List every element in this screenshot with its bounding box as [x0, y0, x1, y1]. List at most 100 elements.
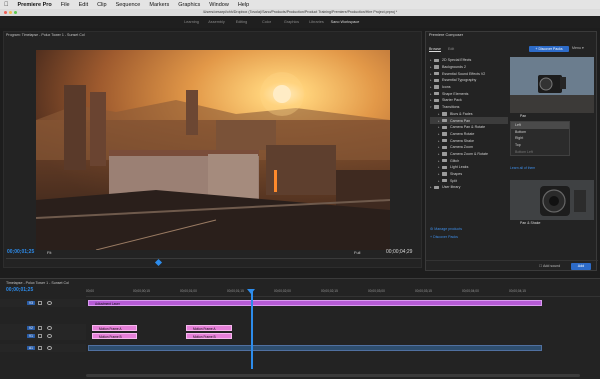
menu-help[interactable]: Help — [238, 2, 249, 8]
dropdown-option[interactable]: Right — [511, 135, 569, 142]
tab-browse[interactable]: Browse — [429, 47, 441, 51]
timeline-ruler[interactable]: 00;00 00;00;00;15 00;00;01;00 00;00;01;15 00… — [86, 289, 600, 297]
dropdown-option[interactable]: Bottom — [511, 129, 569, 136]
minimize-window-icon[interactable] — [9, 11, 12, 14]
folder-icon — [442, 132, 447, 136]
folder-item[interactable]: ▾ Transitions — [430, 104, 508, 111]
dropdown-option[interactable]: Top — [511, 142, 569, 149]
program-scrubber[interactable] — [6, 258, 421, 264]
workspace-sano[interactable]: Sano Workspace — [329, 20, 361, 24]
maximize-window-icon[interactable] — [14, 11, 17, 14]
folder-icon — [442, 179, 447, 183]
sequence-tab[interactable]: Timelapse - Polux Tower 1 - Sunset Col — [6, 281, 69, 285]
timeline-clip[interactable]: Motion Frame B — [92, 332, 137, 339]
manage-products-link[interactable]: ⚙ Manage products — [430, 227, 462, 231]
folder-label: User library — [442, 185, 461, 190]
folder-item[interactable]: ▸ Camera Pan — [430, 117, 508, 124]
eye-icon[interactable] — [47, 325, 52, 330]
eye-icon[interactable] — [47, 333, 52, 338]
menu-window[interactable]: Window — [209, 2, 229, 8]
workspace-assembly[interactable]: Assembly — [204, 20, 229, 24]
folder-icon — [442, 138, 447, 143]
menu-graphics[interactable]: Graphics — [178, 2, 200, 8]
folder-item[interactable]: ▸ Starter Pack — [430, 97, 508, 104]
eye-icon[interactable] — [47, 345, 52, 350]
track-target-button[interactable]: V2 — [27, 325, 35, 330]
workspace-graphics[interactable]: Graphics — [279, 20, 304, 24]
folder-item[interactable]: ▸ Camera Rotate — [430, 131, 508, 138]
menu-sequence[interactable]: Sequence — [116, 2, 141, 8]
tab-edit[interactable]: Edit — [448, 47, 454, 51]
lock-icon[interactable] — [38, 325, 42, 330]
folder-item[interactable]: ▸ Blurs & Fades — [430, 111, 508, 118]
zoom-select[interactable]: Fit — [47, 250, 51, 255]
window-titlebar: /Users/cesarpi/ohh/Dropbox (Tovola)/Sano… — [0, 9, 600, 16]
folder-item[interactable]: ▸ 2D Special Effects — [430, 57, 508, 64]
folder-icon — [442, 125, 447, 129]
folder-item[interactable]: ▸ Glitch — [430, 157, 508, 164]
folder-item[interactable]: ▸ Essential Sound Effects V2 — [430, 70, 508, 77]
ruler-tick-label: 00;00;00;15 — [133, 289, 150, 293]
folder-item[interactable]: ▸ Backgrounds 2 — [430, 64, 508, 71]
folder-label: Glitch — [450, 158, 460, 163]
workspace-color[interactable]: Color — [254, 20, 279, 24]
eye-icon[interactable] — [47, 300, 52, 305]
folder-item[interactable]: ▸ Split — [430, 177, 508, 184]
timeline-clip[interactable]: Motion Frame A — [92, 324, 137, 331]
learn-link[interactable]: Learn all of them — [510, 166, 535, 170]
workspace-libraries[interactable]: Libraries — [304, 20, 329, 24]
folder-item[interactable]: ▸ Camera Zoom — [430, 144, 508, 151]
lock-icon[interactable] — [38, 300, 42, 305]
workspace-bar: Learning Assembly Editing Color Graphics… — [0, 16, 600, 28]
apple-icon[interactable]:  — [4, 2, 9, 8]
track-header: V1 — [0, 332, 86, 340]
lock-icon[interactable] — [38, 345, 42, 350]
workspace-learning[interactable]: Learning — [179, 20, 204, 24]
timeline-clip[interactable]: Motion Frame A — [186, 324, 232, 331]
preset-preview-pan-shake[interactable] — [510, 180, 594, 220]
timeline-timecode[interactable]: 00;00;01;25 — [6, 287, 33, 293]
folder-label: Shape Elements — [442, 91, 469, 96]
workspace-editing[interactable]: Editing — [229, 20, 254, 24]
timeline-clip[interactable]: Adjustment Layer — [88, 299, 542, 306]
discover-packs-link[interactable]: + Discover Packs — [430, 235, 458, 239]
folder-item[interactable]: ▸ User library — [430, 184, 508, 191]
composer-menu-button[interactable]: Menu ▾ — [572, 46, 584, 50]
menu-file[interactable]: File — [61, 2, 70, 8]
menu-clip[interactable]: Clip — [97, 2, 106, 8]
menu-app-name[interactable]: Premiere Pro — [18, 2, 52, 8]
add-button[interactable]: Add — [571, 263, 591, 270]
timeline-clip[interactable]: Motion Frame B — [186, 332, 232, 339]
track-target-button[interactable]: V3 — [27, 300, 35, 305]
add-sound-toggle[interactable]: ☐ Add sound — [539, 264, 560, 268]
track-target-button[interactable]: V1 — [27, 333, 35, 338]
video-frame[interactable] — [36, 50, 390, 250]
quality-select[interactable]: Full — [354, 250, 360, 255]
folder-item[interactable]: ▸ Shapes — [430, 171, 508, 178]
folder-item[interactable]: ▸ Light Leaks — [430, 164, 508, 171]
folder-item[interactable]: ▸ Camera Shake — [430, 137, 508, 144]
menu-markers[interactable]: Markers — [149, 2, 169, 8]
menu-edit[interactable]: Edit — [79, 2, 88, 8]
close-window-icon[interactable] — [4, 11, 7, 14]
preset-preview-pan[interactable] — [510, 57, 594, 113]
dropdown-option[interactable]: Left — [511, 122, 569, 129]
folder-item[interactable]: ▸ Icons — [430, 84, 508, 91]
timeline-clip[interactable] — [88, 344, 542, 351]
program-timecode[interactable]: 00;00;01;25 — [7, 249, 34, 255]
dropdown-option[interactable]: Bottom Left — [511, 148, 569, 155]
lock-icon[interactable] — [38, 333, 42, 338]
preset-name-pan-shake: Pan & Shake — [520, 221, 541, 225]
folder-item[interactable]: ▸ Camera Zoom & Rotate — [430, 151, 508, 158]
timeline-scrollbar[interactable] — [86, 374, 580, 377]
folder-item[interactable]: ▸ Camera Pan & Rotate — [430, 124, 508, 131]
folder-item[interactable]: ▸ Essential Typography — [430, 77, 508, 84]
direction-dropdown[interactable]: Left Bottom Right Top Bottom Left — [510, 121, 570, 156]
discover-packs-button[interactable]: + Discover Packs — [529, 46, 569, 52]
timeline-playhead-line[interactable] — [251, 291, 253, 369]
mac-menubar:  Premiere Pro File Edit Clip Sequence M… — [0, 0, 600, 9]
track-target-button[interactable]: A1 — [27, 345, 35, 350]
add-sound-label: Add sound — [543, 264, 561, 268]
folder-item[interactable]: ▸ Shape Elements — [430, 90, 508, 97]
track-row: A1 — [0, 344, 600, 352]
